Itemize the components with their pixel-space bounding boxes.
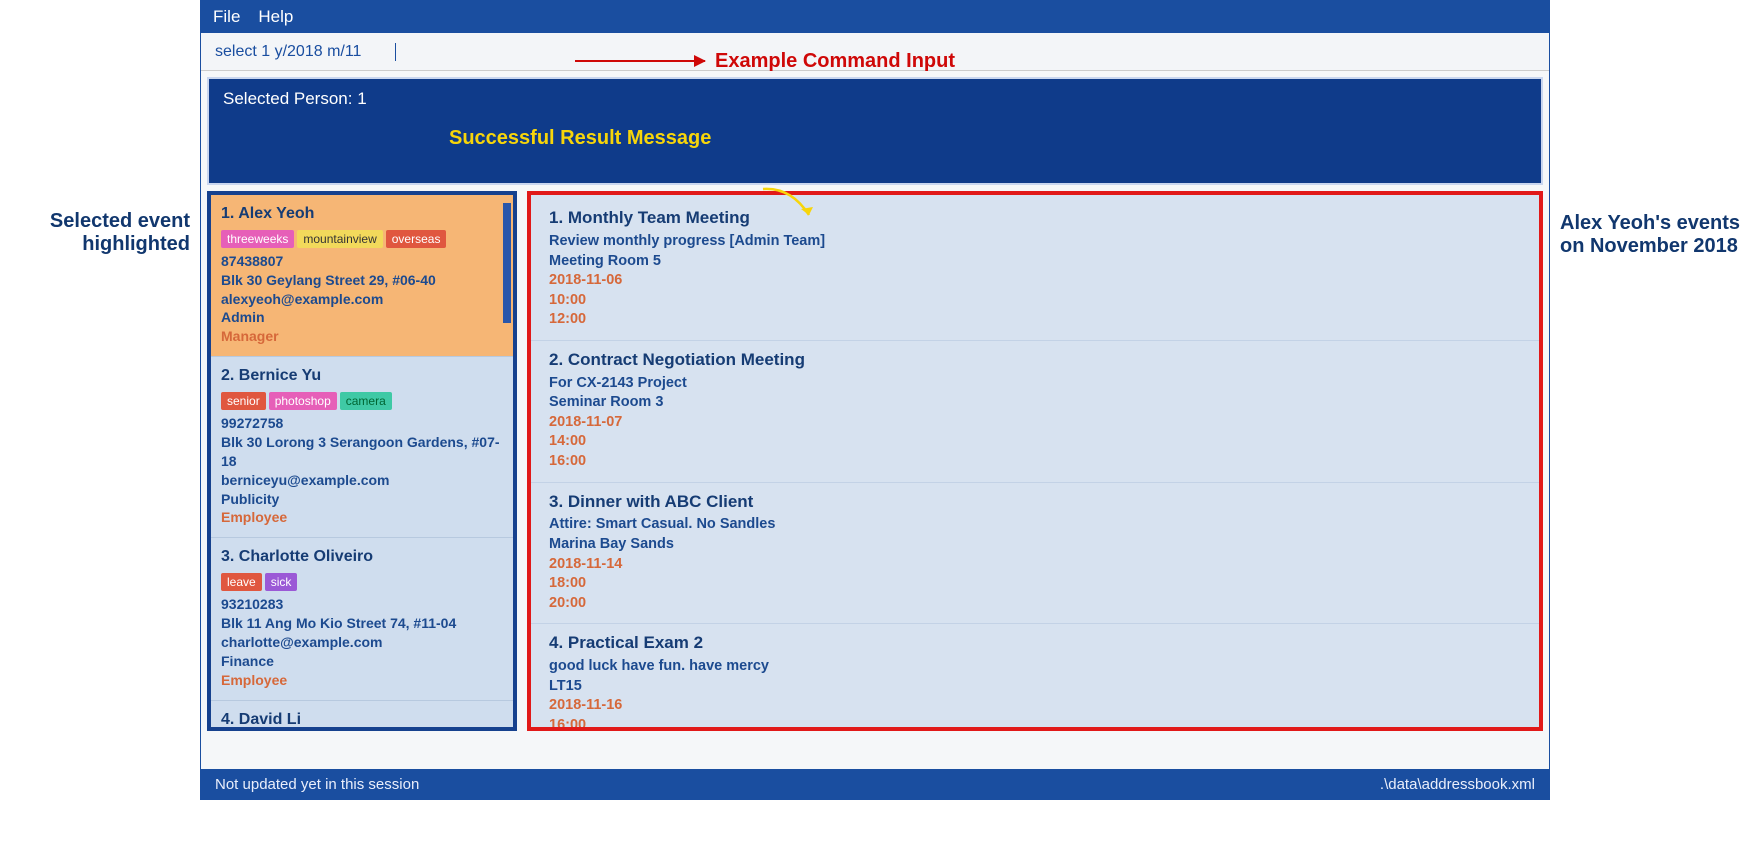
event-location: Meeting Room 5: [549, 252, 1521, 272]
scrollbar-thumb[interactable]: [503, 203, 511, 323]
menu-help[interactable]: Help: [258, 7, 293, 27]
event-end: 16:00: [549, 452, 1521, 472]
statusbar: Not updated yet in this session .\data\a…: [201, 769, 1549, 799]
event-card[interactable]: 2. Contract Negotiation MeetingFor CX-21…: [531, 340, 1539, 482]
person-title: 1. Alex Yeoh: [221, 203, 503, 225]
event-title: 4. Practical Exam 2: [549, 632, 1521, 655]
person-email: berniceyu@example.com: [221, 471, 503, 490]
event-date: 2018-11-07: [549, 413, 1521, 433]
event-start: 14:00: [549, 432, 1521, 452]
event-end: 12:00: [549, 310, 1521, 330]
tag: camera: [340, 392, 392, 410]
person-address: Blk 11 Ang Mo Kio Street 74, #11-04: [221, 614, 503, 633]
command-input[interactable]: select 1 y/2018 m/11: [215, 43, 395, 61]
tag-row: seniorphotoshopcamera: [221, 391, 503, 410]
result-text: Selected Person: 1: [223, 89, 367, 108]
person-phone: 87438807: [221, 252, 503, 271]
event-desc: good luck have fun. have mercy: [549, 657, 1521, 677]
person-dept: Admin: [221, 308, 503, 327]
event-start: 16:00: [549, 716, 1521, 731]
annotation-left: Selected event highlighted: [10, 210, 190, 256]
event-card[interactable]: 3. Dinner with ABC ClientAttire: Smart C…: [531, 482, 1539, 624]
tag: threeweeks: [221, 230, 294, 248]
person-card[interactable]: 3. Charlotte Oliveiro leavesick 93210283Bl…: [211, 538, 513, 700]
person-dept: Finance: [221, 652, 503, 671]
tag: senior: [221, 392, 266, 410]
event-card[interactable]: 1. Monthly Team MeetingReview monthly pr…: [531, 199, 1539, 340]
event-start: 10:00: [549, 291, 1521, 311]
event-location: LT15: [549, 677, 1521, 697]
person-card[interactable]: 1. Alex Yeoh threeweeksmountainviewoverse…: [211, 195, 513, 357]
person-card[interactable]: 4. David LiUKexchange91031282Blk 436 Ser…: [211, 701, 513, 731]
person-email: charlotte@example.com: [221, 633, 503, 652]
person-role: Employee: [221, 508, 503, 527]
event-desc: Review monthly progress [Admin Team]: [549, 232, 1521, 252]
event-desc: For CX-2143 Project: [549, 374, 1521, 394]
content-row: 1. Alex Yeoh threeweeksmountainviewoverse…: [201, 191, 1549, 731]
arrow-red-icon: [575, 60, 705, 62]
person-card[interactable]: 2. Bernice Yu seniorphotoshopcamera 992727…: [211, 357, 513, 538]
tag-row: threeweeksmountainviewoverseas: [221, 229, 503, 248]
menubar: File Help: [201, 1, 1549, 33]
annotation-right: Alex Yeoh's events on November 2018: [1560, 212, 1750, 258]
annotation-command-label: Example Command Input: [715, 50, 955, 73]
event-title: 2. Contract Negotiation Meeting: [549, 349, 1521, 372]
event-date: 2018-11-14: [549, 555, 1521, 575]
person-email: alexyeoh@example.com: [221, 290, 503, 309]
event-date: 2018-11-06: [549, 271, 1521, 291]
tag: leave: [221, 573, 262, 591]
person-title: 2. Bernice Yu: [221, 365, 503, 387]
event-start: 18:00: [549, 574, 1521, 594]
event-date: 2018-11-16: [549, 696, 1521, 716]
event-location: Seminar Room 3: [549, 393, 1521, 413]
event-location: Marina Bay Sands: [549, 535, 1521, 555]
tag: overseas: [386, 230, 447, 248]
person-address: Blk 30 Geylang Street 29, #06-40: [221, 271, 503, 290]
tag: photoshop: [269, 392, 337, 410]
event-desc: Attire: Smart Casual. No Sandles: [549, 515, 1521, 535]
event-title: 1. Monthly Team Meeting: [549, 207, 1521, 230]
person-phone: 99272758: [221, 414, 503, 433]
app-window: File Help select 1 y/2018 m/11 Selected …: [200, 0, 1550, 800]
person-phone: 93210283: [221, 595, 503, 614]
annotation-result-label: Successful Result Message: [449, 127, 711, 150]
tag: mountainview: [297, 230, 382, 248]
tag-row: leavesick: [221, 572, 503, 591]
status-left: Not updated yet in this session: [215, 776, 419, 793]
person-address: Blk 30 Lorong 3 Serangoon Gardens, #07-1…: [221, 433, 503, 471]
person-role: Employee: [221, 671, 503, 690]
event-title: 3. Dinner with ABC Client: [549, 491, 1521, 514]
text-caret: [395, 43, 396, 61]
person-title: 4. David Li: [221, 709, 503, 731]
menu-file[interactable]: File: [213, 7, 240, 27]
status-right: .\data\addressbook.xml: [1380, 776, 1535, 793]
arrow-yellow-icon: [761, 187, 821, 223]
person-title: 3. Charlotte Oliveiro: [221, 546, 503, 568]
person-role: Manager: [221, 327, 503, 346]
result-panel: Selected Person: 1 Successful Result Mes…: [207, 77, 1543, 185]
person-list-panel[interactable]: 1. Alex Yeoh threeweeksmountainviewoverse…: [207, 191, 517, 731]
tag: sick: [265, 573, 298, 591]
person-dept: Publicity: [221, 490, 503, 509]
event-card[interactable]: 4. Practical Exam 2good luck have fun. h…: [531, 623, 1539, 731]
event-end: 20:00: [549, 594, 1521, 614]
events-panel[interactable]: 1. Monthly Team MeetingReview monthly pr…: [527, 191, 1543, 731]
